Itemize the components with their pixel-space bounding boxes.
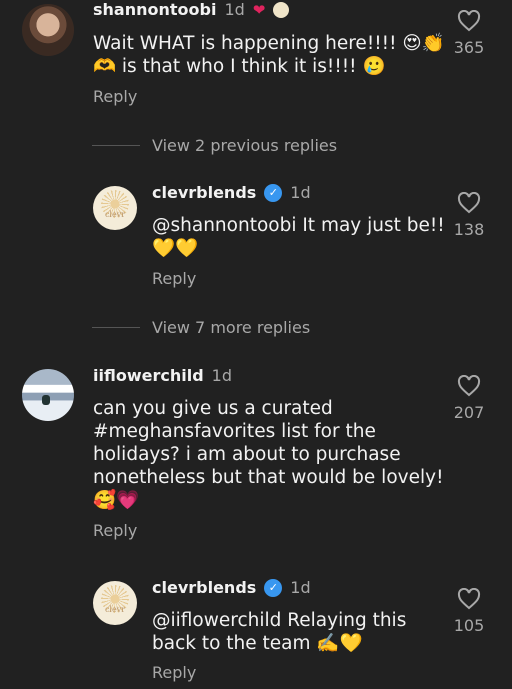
reply-button[interactable]: Reply (93, 87, 137, 106)
avatar[interactable]: clevr (93, 581, 137, 625)
reply-button[interactable]: Reply (152, 269, 196, 288)
verified-badge-icon: ✓ (264, 183, 283, 202)
comment-text-line: 🫶 is that who I think it is!!!! 🥲 (93, 56, 386, 77)
heart-icon (457, 192, 481, 214)
avatar[interactable] (22, 369, 74, 421)
avatar-logo-text: clevr (104, 604, 126, 614)
reply-button[interactable]: Reply (93, 521, 137, 540)
username[interactable]: iiflowerchild (93, 366, 204, 385)
heart-icon (457, 10, 481, 32)
username[interactable]: clevrblends (152, 578, 256, 597)
timestamp: 1d (211, 366, 232, 385)
avatar-logo-text: clevr (104, 209, 126, 219)
comment-text-line: 💛💛 (152, 238, 199, 259)
comment-text: can you give us a curated #meghansfavori… (93, 397, 443, 512)
verified-badge-icon: ✓ (264, 578, 283, 597)
comment-text-line: can you give us a curated (93, 398, 333, 419)
username[interactable]: shannontoobi (93, 0, 216, 19)
divider (92, 327, 140, 328)
comment-text-line: back to the team ✍️💛 (152, 633, 363, 654)
username[interactable]: clevrblends (152, 183, 256, 202)
comment-text: @shannontoobi It may just be!! 💛💛 (152, 214, 445, 260)
heart-icon (457, 375, 481, 397)
emoji-icon (273, 1, 290, 18)
comment-text-line: 🥰💗 (93, 490, 140, 511)
like-button[interactable]: 365 (449, 10, 489, 57)
view-previous-replies[interactable]: View 2 previous replies (92, 136, 337, 155)
like-count: 365 (453, 38, 485, 57)
like-count: 105 (453, 616, 485, 635)
comment-text-line: Wait WHAT is happening here!!!! 😍👏 (93, 33, 445, 54)
comment-text-line: @iiflowerchild Relaying this (152, 610, 407, 631)
comment-text-line: @shannontoobi It may just be!! (152, 215, 445, 236)
timestamp: 1d (224, 0, 245, 19)
avatar[interactable] (22, 4, 74, 56)
comment-text-line: nonetheless but that would be lovely! (93, 467, 444, 488)
heart-icon (457, 588, 481, 610)
view-more-label: View 7 more replies (152, 318, 311, 337)
comment-text-line: holidays? i am about to purchase (93, 444, 401, 465)
comment-text: @iiflowerchild Relaying this back to the… (152, 609, 406, 655)
avatar-figure (42, 395, 50, 405)
divider (92, 145, 140, 146)
like-count: 207 (453, 403, 485, 422)
avatar[interactable]: clevr (93, 186, 137, 230)
like-count: 138 (453, 220, 485, 239)
heart-emoji-icon: ❤ (252, 0, 266, 19)
comment-text: Wait WHAT is happening here!!!! 😍👏 🫶 is … (93, 32, 445, 78)
comment-text-line: #meghansfavorites list for the (93, 421, 376, 442)
like-button[interactable]: 138 (449, 192, 489, 239)
timestamp: 1d (290, 578, 311, 597)
view-previous-label: View 2 previous replies (152, 136, 338, 155)
comment-header: shannontoobi 1d ❤ (93, 0, 290, 19)
comment-header: clevrblends ✓ 1d (152, 578, 311, 597)
timestamp: 1d (290, 183, 311, 202)
comment-header: iiflowerchild 1d (93, 366, 232, 385)
comment-header: clevrblends ✓ 1d (152, 183, 311, 202)
view-more-replies[interactable]: View 7 more replies (92, 318, 310, 337)
like-button[interactable]: 105 (449, 588, 489, 635)
reply-button[interactable]: Reply (152, 663, 196, 682)
like-button[interactable]: 207 (449, 375, 489, 422)
